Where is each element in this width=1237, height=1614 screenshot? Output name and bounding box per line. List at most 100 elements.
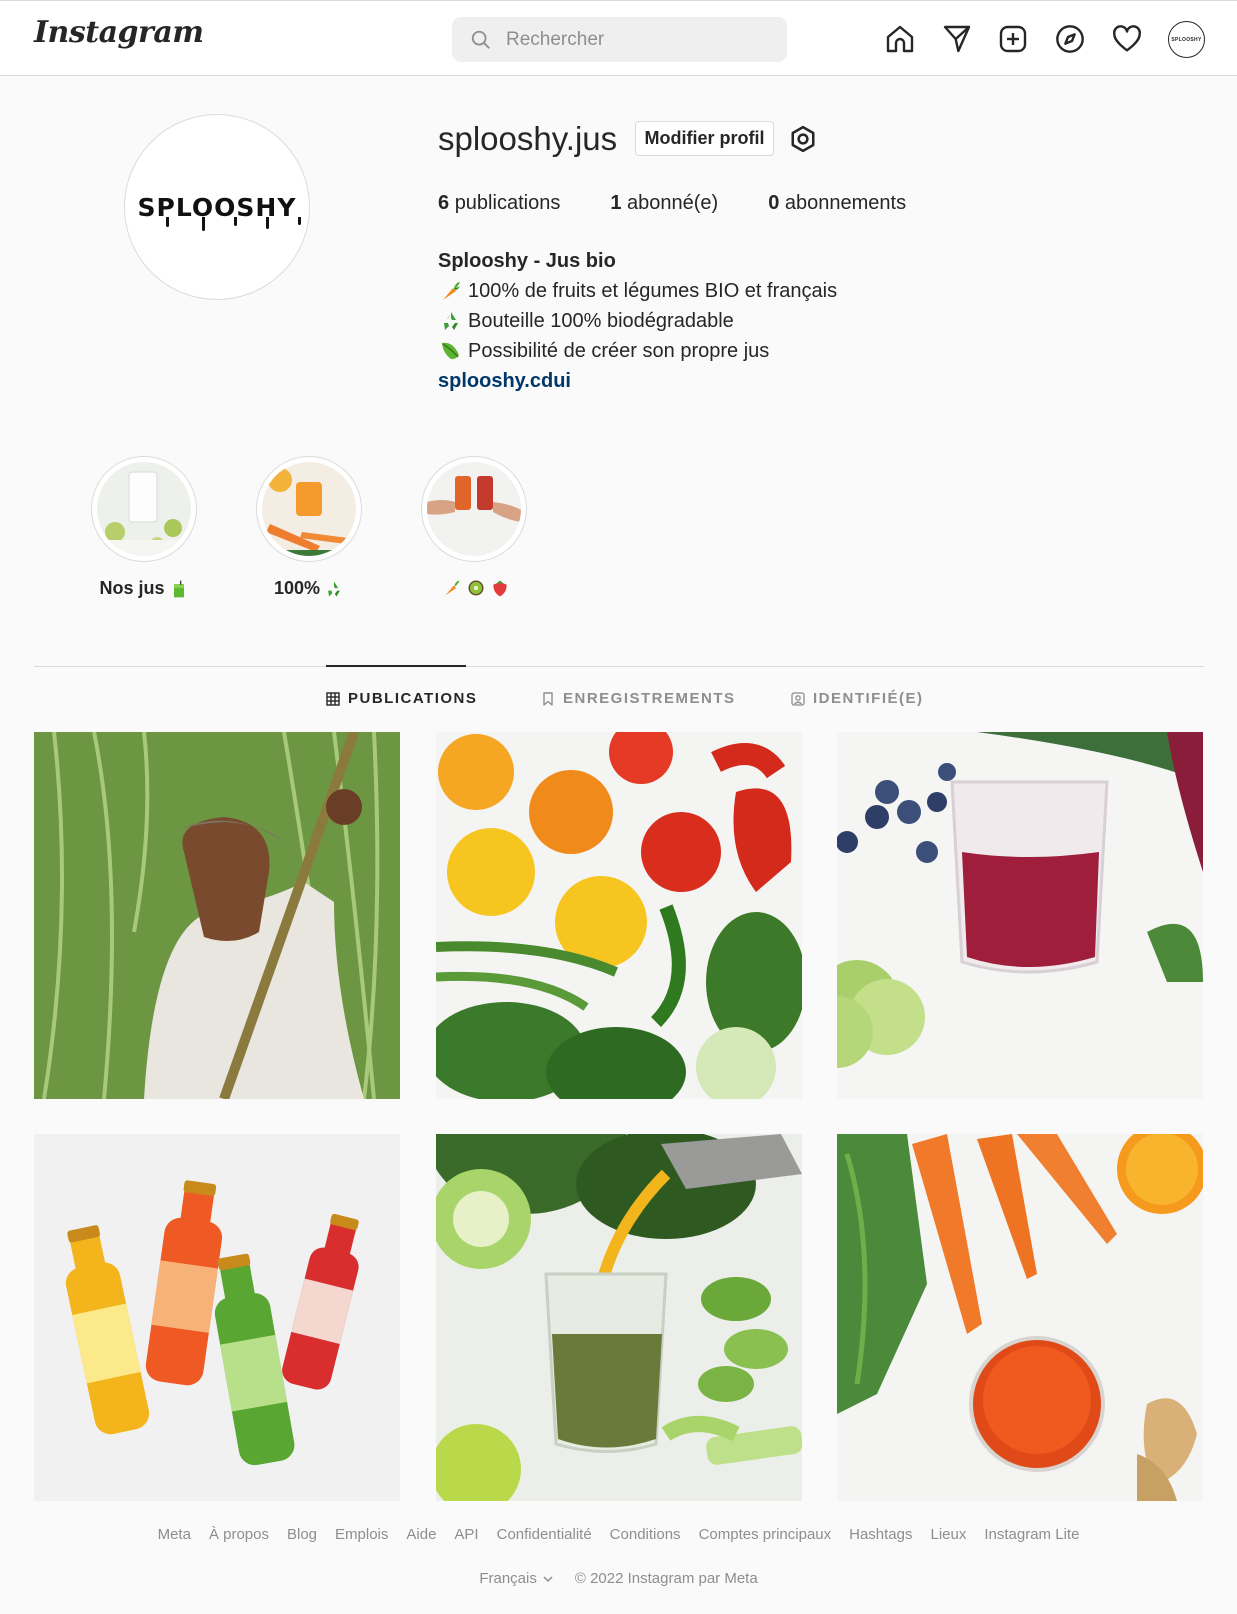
avatar-logo: SPLOOSHY [137, 192, 301, 231]
tab-publications[interactable]: PUBLICATIONS [326, 690, 477, 707]
highlight-cover [97, 462, 191, 556]
bio-line: 100% de fruits et légumes BIO et françai… [438, 276, 837, 306]
footer-bottom: Français © 2022 Instagram par Meta [0, 1570, 1237, 1587]
tab-saved-label: ENREGISTREMENTS [563, 690, 736, 707]
stat-followers[interactable]: 1 abonné(e) [610, 192, 718, 215]
footer-link[interactable]: Conditions [610, 1526, 681, 1543]
post-image-juice-bottles [34, 1134, 400, 1501]
language-selector[interactable]: Français [479, 1570, 555, 1587]
carrot-emoji-icon [443, 282, 460, 300]
drip-shape [233, 216, 237, 226]
new-post-icon[interactable] [993, 19, 1033, 59]
active-tab-indicator [326, 665, 466, 667]
search-box[interactable] [452, 17, 787, 62]
settings-gear-icon[interactable] [788, 124, 818, 154]
highlight-cover [262, 462, 356, 556]
footer-link[interactable]: À propos [209, 1526, 269, 1543]
footer-link[interactable]: Instagram Lite [984, 1526, 1079, 1543]
post-thumbnail[interactable] [34, 732, 400, 1099]
post-thumbnail[interactable] [436, 1134, 802, 1501]
following-count: 0 [768, 192, 780, 214]
highlight-cover [427, 462, 521, 556]
direct-icon[interactable] [937, 19, 977, 59]
story-highlight[interactable] [419, 456, 529, 598]
footer-link[interactable]: Blog [287, 1526, 317, 1543]
chevron-down-icon [543, 1575, 553, 1582]
search-icon [471, 30, 490, 49]
bio-line: Possibilité de créer son propre jus [438, 336, 837, 366]
footer-link[interactable]: Meta [158, 1526, 191, 1543]
post-thumbnail[interactable] [34, 1134, 400, 1501]
grid-icon [326, 691, 340, 706]
drip-shape [265, 216, 269, 229]
story-highlight[interactable]: 100% [254, 456, 364, 599]
footer-link[interactable]: Aide [406, 1526, 436, 1543]
post-image-farmer [34, 732, 400, 1099]
avatar-wordmark: SPLOOSHY [1171, 36, 1202, 43]
bio-line: Bouteille 100% biodégradable [438, 306, 837, 336]
stat-publications[interactable]: 6 publications [438, 192, 560, 215]
footer-link[interactable]: API [454, 1526, 478, 1543]
tabs-divider [34, 666, 1204, 667]
following-label: abonnements [784, 192, 907, 214]
home-icon[interactable] [880, 19, 920, 59]
followers-count: 1 [610, 192, 622, 214]
kiwi-emoji-icon [468, 580, 484, 596]
post-thumbnail[interactable] [837, 732, 1203, 1099]
profile-avatar-button[interactable]: SPLOOSHY [1168, 21, 1205, 58]
search-input[interactable] [506, 25, 766, 55]
drip-shape [165, 216, 169, 227]
post-image-vegetables [436, 732, 802, 1099]
bookmark-icon [543, 691, 553, 706]
footer-link[interactable]: Lieux [931, 1526, 967, 1543]
profile-stats: 6 publications 1 abonné(e) 0 abonnements [438, 192, 956, 215]
leafy-greens-emoji-icon [442, 342, 459, 360]
tagged-user-icon [791, 691, 805, 706]
followers-label: abonné(e) [627, 192, 719, 214]
juice-box-emoji-icon [173, 580, 184, 597]
bio-website-link[interactable]: splooshy.cdui [438, 366, 837, 396]
instagram-logo[interactable]: Instagram [34, 15, 204, 50]
profile-avatar[interactable]: SPLOOSHY [124, 114, 310, 300]
highlight-label [419, 578, 529, 598]
highlight-ring [91, 456, 197, 562]
highlight-ring [421, 456, 527, 562]
avatar-logo-text: SPLOOSHY [137, 192, 297, 222]
profile-bio: Splooshy - Jus bio 100% de fruits et lég… [438, 246, 837, 396]
footer-links: Meta À propos Blog Emplois Aide API Conf… [0, 1526, 1237, 1543]
highlight-ring [256, 456, 362, 562]
publications-label: publications [454, 192, 561, 214]
post-thumbnail[interactable] [837, 1134, 1203, 1501]
copyright-text: © 2022 Instagram par Meta [574, 1570, 758, 1587]
top-navigation-bar: Instagram SPLOOSHY [0, 0, 1237, 76]
story-highlight[interactable]: Nos jus [89, 456, 199, 599]
bio-line-1: 100% de fruits et légumes BIO et françai… [468, 280, 838, 302]
footer-link[interactable]: Comptes principaux [699, 1526, 832, 1543]
publications-count: 6 [438, 192, 450, 214]
post-image-green-juice [436, 1134, 802, 1501]
post-thumbnail[interactable] [436, 732, 802, 1099]
tab-publications-label: PUBLICATIONS [348, 690, 478, 707]
language-label: Français [479, 1570, 537, 1587]
highlight-label: Nos jus [89, 578, 199, 599]
footer-link[interactable]: Emplois [335, 1526, 388, 1543]
activity-heart-icon[interactable] [1107, 19, 1147, 59]
bio-line-2: Bouteille 100% biodégradable [468, 310, 734, 332]
drip-shape [201, 216, 205, 231]
bio-line-3: Possibilité de créer son propre jus [468, 340, 770, 362]
footer-link[interactable]: Hashtags [849, 1526, 912, 1543]
highlight-title: Nos jus [99, 578, 165, 598]
edit-profile-button[interactable]: Modifier profil [635, 121, 774, 156]
explore-icon[interactable] [1050, 19, 1090, 59]
tab-saved[interactable]: ENREGISTREMENTS [541, 690, 736, 707]
bio-name: Splooshy - Jus bio [438, 250, 616, 272]
strawberry-emoji-icon [493, 580, 507, 597]
carrot-emoji-icon [445, 580, 460, 596]
recycle-emoji-icon [444, 312, 458, 330]
tab-tagged[interactable]: IDENTIFIÉ(E) [791, 690, 924, 707]
profile-username: splooshy.jus [438, 120, 618, 157]
recycle-emoji-icon [328, 581, 340, 596]
stat-following[interactable]: 0 abonnements [768, 192, 906, 215]
footer-link[interactable]: Confidentialité [497, 1526, 592, 1543]
tab-tagged-label: IDENTIFIÉ(E) [813, 690, 924, 707]
